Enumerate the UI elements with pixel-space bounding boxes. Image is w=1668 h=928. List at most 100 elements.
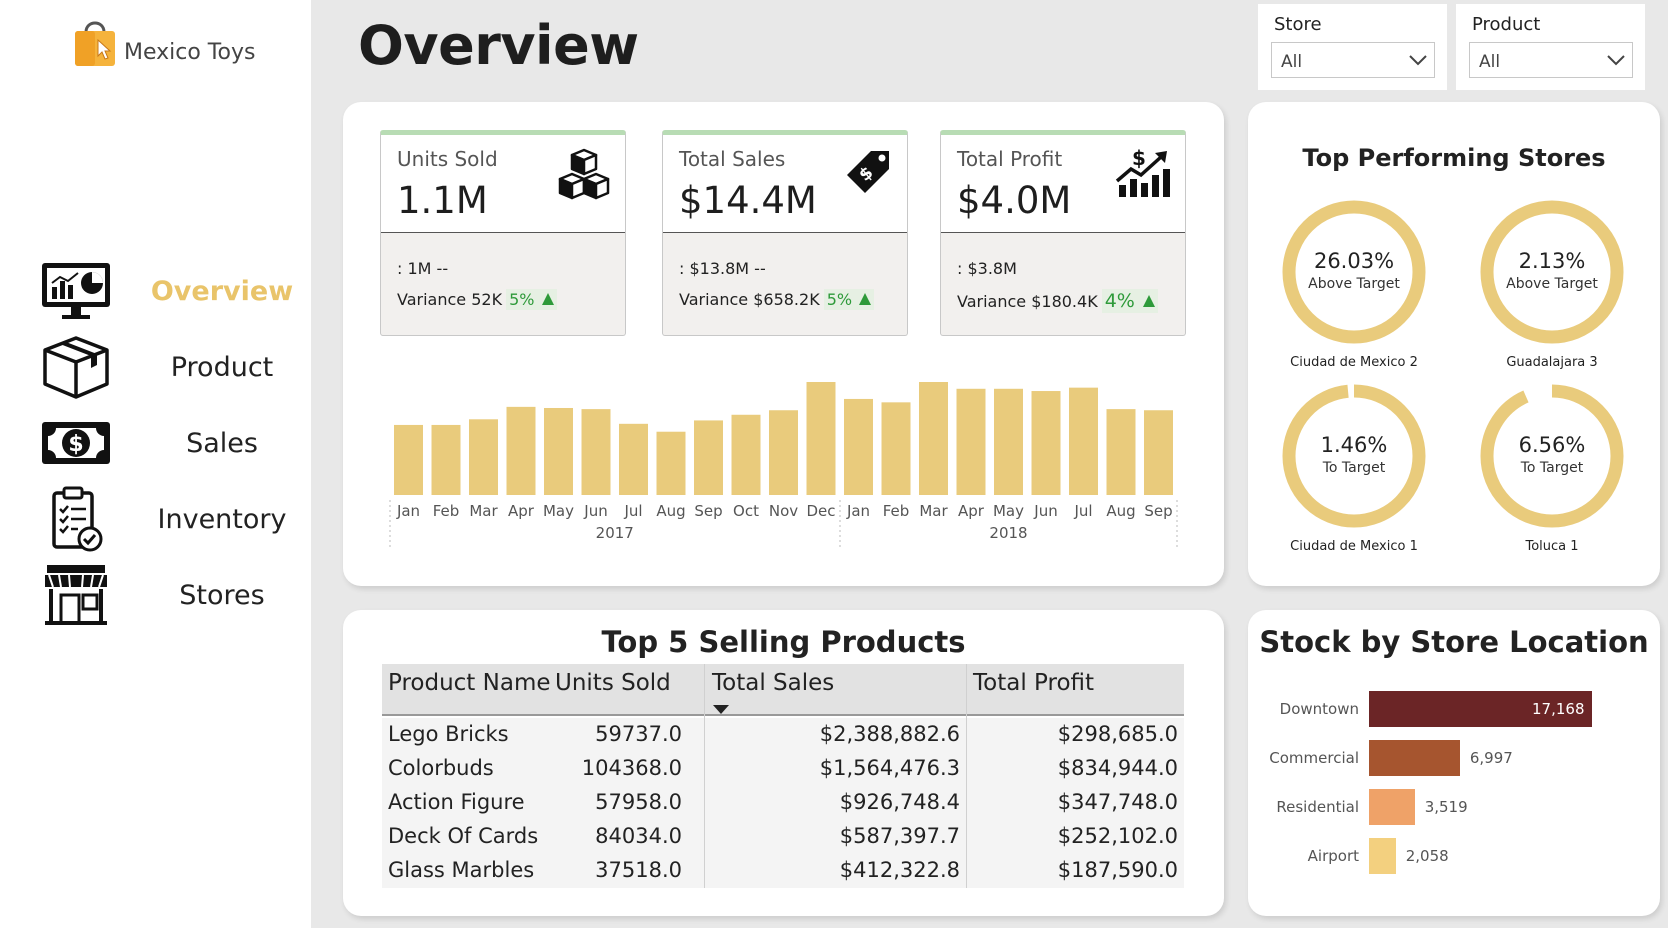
bar-feb-1[interactable] bbox=[431, 424, 461, 495]
donut-percent: 2.13% bbox=[1518, 249, 1586, 273]
table-cell: Lego Bricks bbox=[388, 722, 509, 746]
stock-value-label: 3,519 bbox=[1424, 798, 1468, 816]
table-cell: 84034.0 bbox=[595, 824, 682, 848]
product-filter-value: All bbox=[1479, 52, 1501, 72]
bar-feb-13[interactable] bbox=[881, 402, 911, 495]
donut-percent: 6.56% bbox=[1518, 433, 1586, 457]
bar-nov-10[interactable] bbox=[769, 410, 798, 495]
store-donut[interactable]: 26.03% Above Target bbox=[1279, 197, 1429, 347]
table-cell: $2,388,882.6 bbox=[819, 722, 960, 746]
x-tick-label: Jul bbox=[623, 502, 642, 520]
table-cell: 57958.0 bbox=[595, 790, 682, 814]
bar-oct-9[interactable] bbox=[731, 414, 761, 495]
store-filter: Store All bbox=[1258, 4, 1447, 90]
stock-bar[interactable] bbox=[1369, 789, 1415, 825]
table-cell: Deck Of Cards bbox=[388, 824, 539, 848]
table-cell: 59737.0 bbox=[595, 722, 682, 746]
bar-aug-19[interactable] bbox=[1106, 409, 1136, 495]
kpi-value: $14.4M bbox=[679, 179, 817, 222]
bar-sep-8[interactable] bbox=[694, 420, 723, 495]
store-donut[interactable]: 6.56% To Target bbox=[1477, 381, 1627, 531]
bar-mar-14[interactable] bbox=[919, 382, 948, 495]
kpi-variance: Variance $180.4K 4% bbox=[957, 289, 1158, 313]
chevron-down-icon bbox=[1408, 51, 1428, 73]
bar-may-4[interactable] bbox=[544, 407, 573, 495]
nav-label-overview: Overview bbox=[150, 275, 294, 307]
kpi-card-units-sold: Units Sold 1.1M : 1M -- Variance 52K 5% bbox=[380, 130, 626, 336]
table-cell: $926,748.4 bbox=[839, 790, 960, 814]
x-tick-label: May bbox=[993, 502, 1024, 520]
table-row[interactable]: Colorbuds 104368.0 $1,564,476.3 $834,944.0 bbox=[382, 752, 1184, 786]
cubes-icon bbox=[557, 147, 611, 205]
column-header-total-sales[interactable]: Total Sales bbox=[712, 670, 834, 696]
nav-item-stores[interactable]: Stores bbox=[36, 560, 296, 630]
x-tick-label: Mar bbox=[919, 502, 948, 520]
stock-value-label: 2,058 bbox=[1405, 847, 1449, 865]
column-header-product-name[interactable]: Product Name bbox=[388, 670, 551, 696]
nav-item-product[interactable]: Product bbox=[36, 332, 296, 402]
bar-jun-5[interactable] bbox=[581, 409, 611, 495]
bar-apr-3[interactable] bbox=[506, 406, 536, 495]
store-filter-label: Store bbox=[1274, 14, 1322, 35]
table-body: Lego Bricks 59737.0 $2,388,882.6 $298,685.0… bbox=[382, 718, 1184, 888]
nav-item-overview[interactable]: Overview bbox=[36, 256, 296, 326]
column-header-total-profit[interactable]: Total Profit bbox=[973, 670, 1094, 696]
x-tick-label: Feb bbox=[433, 502, 460, 520]
table-cell: Glass Marbles bbox=[388, 858, 535, 882]
up-arrow-icon bbox=[541, 293, 554, 305]
product-filter-dropdown[interactable]: All bbox=[1469, 42, 1633, 78]
donut-percent: 26.03% bbox=[1313, 249, 1395, 273]
donut-percent: 1.46% bbox=[1320, 433, 1388, 457]
x-year-label: 2018 bbox=[989, 524, 1027, 542]
bar-dec-11[interactable] bbox=[806, 382, 836, 495]
cash-icon: $ bbox=[36, 408, 116, 478]
bar-may-16[interactable] bbox=[994, 388, 1023, 495]
x-tick-label: Sep bbox=[1144, 502, 1172, 520]
stock-title: Stock by Store Location bbox=[1259, 625, 1649, 659]
bar-mar-2[interactable] bbox=[469, 419, 498, 495]
table-row[interactable]: Deck Of Cards 84034.0 $587,397.7 $252,102.0 bbox=[382, 820, 1184, 854]
table-cell: Action Figure bbox=[388, 790, 525, 814]
donut-status: Above Target bbox=[1308, 276, 1400, 292]
bar-aug-7[interactable] bbox=[656, 431, 686, 495]
svg-text:$: $ bbox=[68, 432, 83, 457]
store-filter-dropdown[interactable]: All bbox=[1271, 42, 1435, 78]
store-donut[interactable]: 1.46% To Target bbox=[1279, 381, 1429, 531]
nav-label-sales: Sales bbox=[186, 427, 258, 459]
product-filter: Product All bbox=[1456, 4, 1645, 90]
x-tick-label: Jun bbox=[583, 502, 607, 520]
store-name: Ciudad de Mexico 2 bbox=[1290, 355, 1418, 370]
kpi-variance-label: Variance $180.4K bbox=[957, 291, 1098, 311]
bar-jan-12[interactable] bbox=[844, 398, 873, 495]
kpi-variance-label: Variance 52K bbox=[397, 290, 503, 309]
table-header: Product Name Units Sold Total Sales Tota… bbox=[382, 664, 1184, 716]
kpi-variance-label: Variance $658.2K bbox=[679, 290, 820, 309]
kpi-label: Total Sales bbox=[679, 147, 786, 171]
stock-value-label: 17,168 bbox=[1532, 700, 1585, 718]
kpi-variance-pct-text: 4% bbox=[1104, 290, 1135, 312]
table-row[interactable]: Lego Bricks 59737.0 $2,388,882.6 $298,685.0 bbox=[382, 718, 1184, 752]
bar-sep-20[interactable] bbox=[1144, 410, 1173, 495]
bar-jul-18[interactable] bbox=[1069, 387, 1098, 495]
donut-status: Above Target bbox=[1506, 276, 1598, 292]
bar-jul-6[interactable] bbox=[619, 423, 648, 495]
donut-status: To Target bbox=[1322, 460, 1386, 476]
table-row[interactable]: Glass Marbles 37518.0 $412,322.8 $187,590.0 bbox=[382, 854, 1184, 888]
bar-jun-17[interactable] bbox=[1031, 391, 1061, 495]
stock-bar[interactable] bbox=[1369, 740, 1460, 776]
stock-bar[interactable] bbox=[1369, 838, 1396, 874]
nav-item-inventory[interactable]: Inventory bbox=[36, 484, 296, 554]
store-donut[interactable]: 2.13% Above Target bbox=[1477, 197, 1627, 347]
nav-label-product: Product bbox=[170, 351, 274, 383]
table-cell: 37518.0 bbox=[595, 858, 682, 882]
table-cell: $1,564,476.3 bbox=[819, 756, 960, 780]
stock-category-label: Airport bbox=[1307, 847, 1359, 865]
nav-item-sales[interactable]: $ Sales bbox=[36, 408, 296, 478]
table-row[interactable]: Action Figure 57958.0 $926,748.4 $347,748.0 bbox=[382, 786, 1184, 820]
column-header-units-sold[interactable]: Units Sold bbox=[555, 670, 671, 696]
x-tick-label: Aug bbox=[1106, 502, 1135, 520]
kpi-variance-pct-text: 5% bbox=[509, 290, 535, 309]
bar-apr-15[interactable] bbox=[956, 388, 986, 495]
bar-jan-0[interactable] bbox=[394, 424, 423, 495]
stock-category-label: Commercial bbox=[1269, 749, 1359, 767]
